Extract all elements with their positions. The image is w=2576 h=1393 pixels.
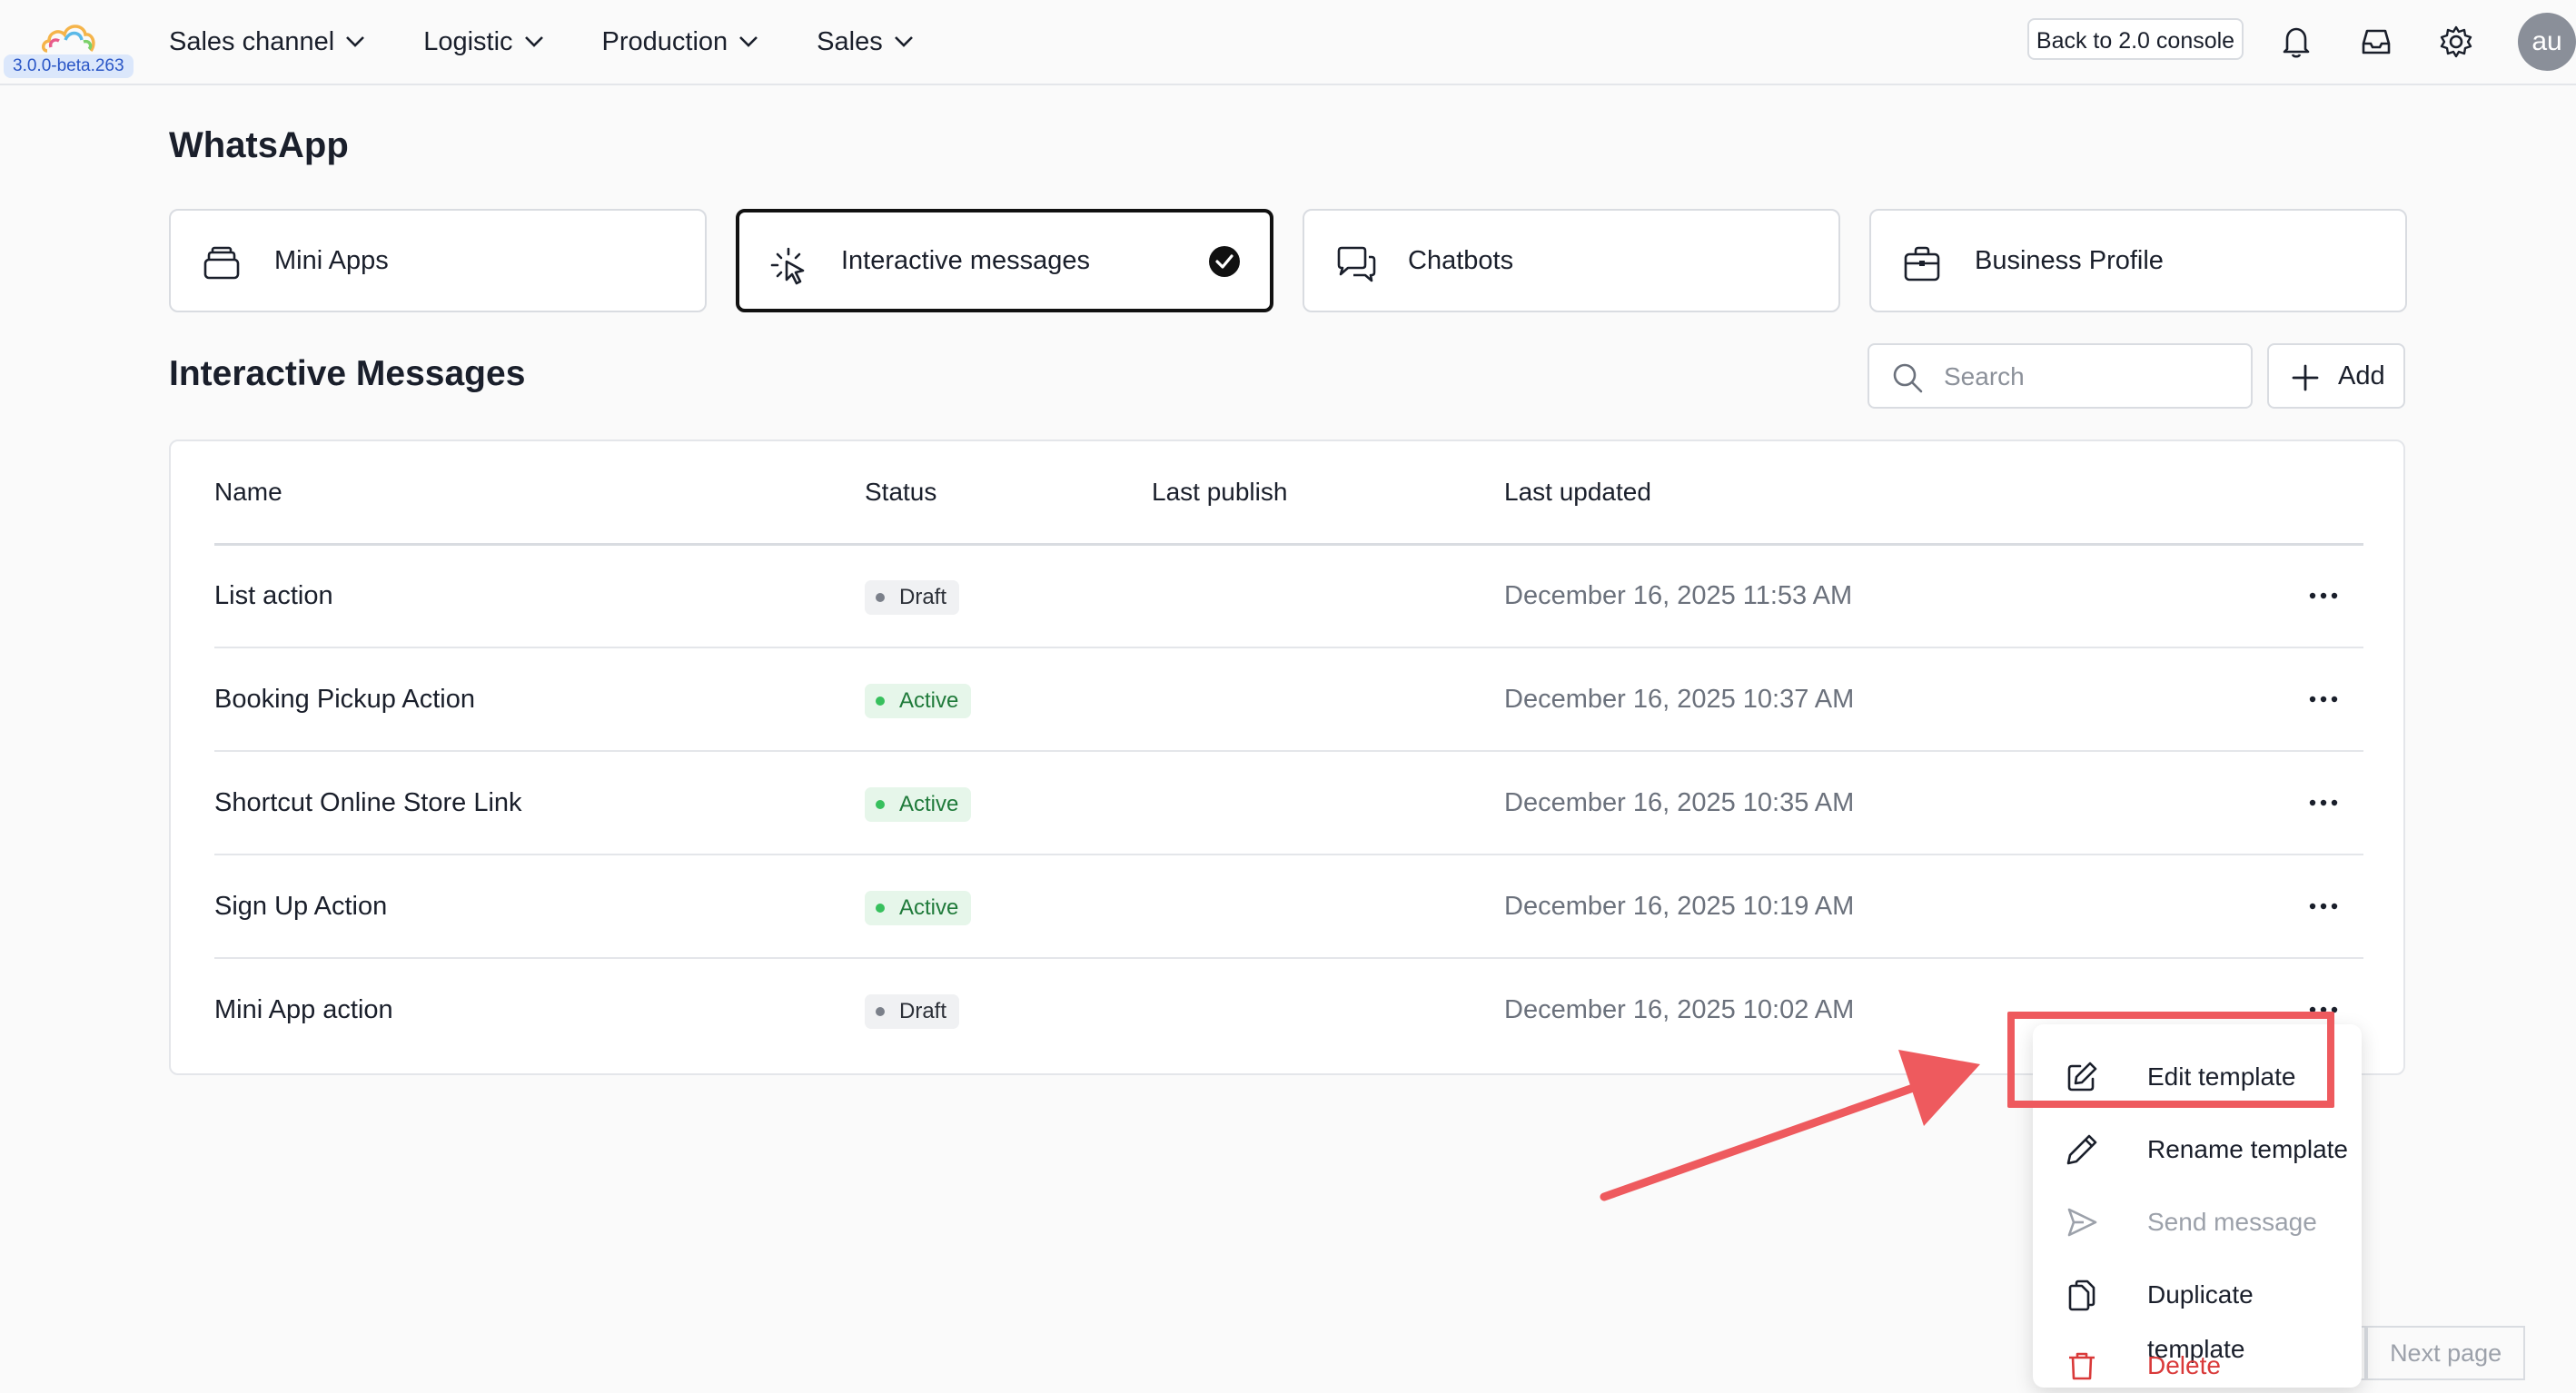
nav-label: Sales channel bbox=[169, 26, 335, 56]
status-badge: Active bbox=[865, 684, 972, 718]
nav-logistic[interactable]: Logistic bbox=[423, 27, 543, 57]
nav-sales[interactable]: Sales bbox=[817, 27, 914, 57]
send-icon bbox=[2066, 1206, 2098, 1239]
row-actions-menu: Edit template Rename template Send messa… bbox=[2033, 1024, 2362, 1388]
status-dot bbox=[876, 904, 885, 913]
nav-sales-channel[interactable]: Sales channel bbox=[169, 27, 365, 57]
menu-item-label: Delete bbox=[2147, 1351, 2221, 1379]
menu-item-label: Edit template bbox=[2147, 1062, 2296, 1091]
row-name: Mini App action bbox=[214, 995, 393, 1024]
chevron-down-icon bbox=[524, 35, 544, 48]
nav-label: Production bbox=[601, 26, 728, 56]
row-name: Shortcut Online Store Link bbox=[214, 788, 522, 817]
page-title: WhatsApp bbox=[169, 125, 349, 165]
search-box bbox=[1868, 343, 2253, 409]
card-label: Mini Apps bbox=[274, 246, 389, 275]
section-title: Interactive Messages bbox=[169, 354, 526, 393]
status-dot bbox=[876, 800, 885, 809]
status-label: Draft bbox=[899, 999, 947, 1023]
inbox-icon[interactable] bbox=[2358, 24, 2394, 64]
top-bar: 3.0.0-beta.263 Sales channel Logistic Pr… bbox=[0, 0, 2576, 85]
status-label: Active bbox=[899, 792, 959, 816]
app-logo[interactable] bbox=[40, 16, 104, 56]
card-label: Interactive messages bbox=[841, 246, 1091, 275]
menu-item-duplicate-template[interactable]: Duplicate template bbox=[2066, 1268, 2356, 1363]
check-circle-icon bbox=[1208, 245, 1241, 282]
row-name: Booking Pickup Action bbox=[214, 685, 475, 714]
column-header-last-publish[interactable]: Last publish bbox=[1152, 441, 1287, 543]
status-badge: Active bbox=[865, 891, 972, 925]
search-input[interactable] bbox=[1942, 356, 2236, 398]
menu-item-delete[interactable]: Delete bbox=[2066, 1339, 2356, 1393]
menu-item-send-message[interactable]: Send message bbox=[2066, 1195, 2356, 1250]
plus-icon bbox=[2291, 363, 2320, 392]
search-icon bbox=[1891, 361, 1924, 394]
status-label: Active bbox=[899, 688, 959, 713]
row-last-updated: December 16, 2025 10:37 AM bbox=[1504, 685, 1855, 714]
menu-item-rename-template[interactable]: Rename template bbox=[2066, 1122, 2356, 1177]
stack-icon bbox=[202, 245, 242, 282]
card-business-profile[interactable]: Business Profile bbox=[1869, 209, 2407, 312]
version-badge: 3.0.0-beta.263 bbox=[4, 54, 134, 78]
status-badge: Active bbox=[865, 787, 972, 822]
back-to-console-button[interactable]: Back to 2.0 console bbox=[2027, 18, 2244, 60]
card-interactive-messages[interactable]: Interactive messages bbox=[736, 209, 1273, 312]
annotation-arrow bbox=[1600, 1050, 1980, 1201]
add-button[interactable]: Add bbox=[2267, 343, 2405, 409]
card-label: Business Profile bbox=[1975, 246, 2164, 275]
bell-icon[interactable] bbox=[2278, 24, 2314, 64]
chevron-down-icon bbox=[894, 35, 914, 48]
nav-label: Logistic bbox=[423, 26, 513, 56]
row-name: Sign Up Action bbox=[214, 892, 388, 921]
pointer-click-icon bbox=[770, 247, 810, 287]
pencil-icon bbox=[2066, 1133, 2098, 1166]
menu-item-label: Send message bbox=[2147, 1208, 2317, 1236]
status-dot bbox=[876, 1007, 885, 1016]
column-header-last-updated[interactable]: Last updated bbox=[1504, 441, 1651, 543]
more-options-icon[interactable] bbox=[2304, 576, 2343, 616]
main-nav: Sales channel Logistic Production Sales bbox=[169, 0, 972, 84]
chevron-down-icon bbox=[738, 35, 758, 48]
status-badge: Draft bbox=[865, 994, 960, 1029]
card-label: Chatbots bbox=[1408, 246, 1514, 275]
next-page-button[interactable]: Next page bbox=[2366, 1326, 2526, 1380]
gear-icon[interactable] bbox=[2438, 24, 2474, 64]
table-row[interactable]: Sign Up Action Active December 16, 2025 … bbox=[214, 855, 2363, 959]
messages-table: Name Status Last publish Last updated Li… bbox=[169, 440, 2405, 1075]
row-last-updated: December 16, 2025 10:19 AM bbox=[1504, 892, 1855, 921]
chat-bubbles-icon bbox=[1335, 245, 1377, 283]
table-row[interactable]: Booking Pickup Action Active December 16… bbox=[214, 648, 2363, 752]
column-header-status[interactable]: Status bbox=[865, 441, 936, 543]
status-badge: Draft bbox=[865, 580, 960, 615]
more-options-icon[interactable] bbox=[2304, 886, 2343, 926]
nav-label: Sales bbox=[817, 26, 883, 56]
table-header: Name Status Last publish Last updated bbox=[214, 441, 2363, 546]
table-row[interactable]: Shortcut Online Store Link Active Decemb… bbox=[214, 752, 2363, 855]
column-header-name[interactable]: Name bbox=[214, 441, 282, 543]
briefcase-icon bbox=[1902, 245, 1942, 283]
card-mini-apps[interactable]: Mini Apps bbox=[169, 209, 707, 312]
trash-icon bbox=[2066, 1349, 2098, 1382]
status-dot bbox=[876, 593, 885, 602]
row-last-updated: December 16, 2025 11:53 AM bbox=[1504, 581, 1853, 610]
more-options-icon[interactable] bbox=[2304, 783, 2343, 823]
menu-item-label: Rename template bbox=[2147, 1135, 2349, 1163]
more-options-icon[interactable] bbox=[2304, 679, 2343, 719]
add-label: Add bbox=[2338, 361, 2385, 390]
status-label: Draft bbox=[899, 585, 947, 609]
row-name: List action bbox=[214, 581, 333, 610]
copy-icon bbox=[2066, 1279, 2098, 1311]
edit-icon bbox=[2066, 1061, 2098, 1093]
card-chatbots[interactable]: Chatbots bbox=[1303, 209, 1840, 312]
status-dot bbox=[876, 696, 885, 706]
nav-production[interactable]: Production bbox=[602, 27, 759, 57]
chevron-down-icon bbox=[345, 35, 365, 48]
status-label: Active bbox=[899, 895, 959, 920]
table-row[interactable]: List action Draft December 16, 2025 11:5… bbox=[214, 545, 2363, 648]
row-last-updated: December 16, 2025 10:35 AM bbox=[1504, 788, 1855, 817]
avatar[interactable]: au bbox=[2518, 13, 2576, 71]
menu-item-edit-template[interactable]: Edit template bbox=[2066, 1050, 2356, 1104]
